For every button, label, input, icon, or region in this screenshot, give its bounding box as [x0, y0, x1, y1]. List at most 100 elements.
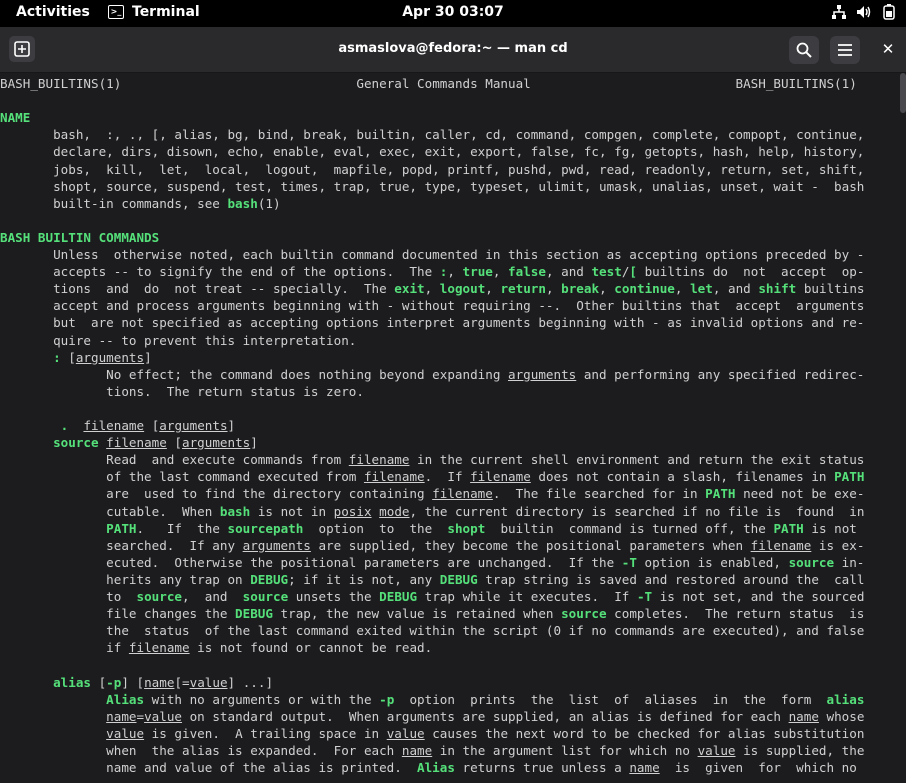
- man-text: is not found or cannot be read.: [189, 640, 433, 656]
- underlined-term: value: [697, 742, 736, 758]
- man-line: declare, dirs, disown, echo, enable, eva…: [0, 143, 864, 160]
- man-text: [0, 435, 53, 450]
- app-menu-button[interactable]: >_ Terminal: [108, 4, 200, 20]
- man-line: to source, and source unsets the DEBUG t…: [0, 588, 864, 605]
- man-line: jobs, kill, let, local, logout, mapfile,…: [0, 161, 864, 178]
- volume-icon[interactable]: [856, 5, 872, 23]
- man-text: BASH_BUILTINS(1): [0, 76, 122, 91]
- man-line: the status of the last command exited wi…: [0, 622, 864, 639]
- underlined-term: filename: [106, 435, 167, 451]
- main-menu-button[interactable]: [830, 36, 860, 64]
- bold-term: alias: [53, 674, 91, 690]
- underlined-term: name: [788, 708, 819, 724]
- man-text: [0, 692, 106, 707]
- man-text: [: [166, 435, 183, 451]
- new-tab-icon: [14, 41, 30, 57]
- man-text: ecuted. Otherwise the positional paramet…: [0, 554, 622, 570]
- man-text: in-: [834, 554, 865, 570]
- man-text: completes. The return status is: [606, 606, 865, 622]
- underlined-term: name: [106, 708, 137, 724]
- man-line: accepts -- to signify the end of the opt…: [0, 263, 864, 280]
- man-text: is ex-: [811, 537, 865, 553]
- man-line: Alias with no arguments or with the -p o…: [0, 691, 864, 708]
- man-line: are used to find the directory containin…: [0, 485, 864, 502]
- man-line: PATH. If the sourcepath option to the sh…: [0, 520, 857, 537]
- man-text: is given. A trailing space in: [144, 725, 387, 741]
- man-text: ,: [424, 281, 440, 297]
- bold-term: DEBUG: [439, 571, 478, 587]
- bold-term: sourcepath: [227, 520, 304, 536]
- section-heading: NAME: [0, 110, 31, 126]
- man-text: , the current directory is searched if n…: [409, 503, 865, 519]
- man-text: on standard output. When arguments are s…: [182, 708, 789, 724]
- underlined-term: filename: [750, 537, 812, 553]
- man-text: name and value of the alias is printed.: [0, 760, 418, 775]
- man-text: ; if it is not, any: [288, 571, 440, 587]
- man-line: built-in commands, see bash(1): [0, 195, 281, 212]
- man-line: value is given. A trailing space in valu…: [0, 725, 864, 742]
- man-text: tions and do not treat -- specially. The: [0, 281, 395, 297]
- bold-term: continue: [614, 281, 675, 297]
- man-text: builtin command is turned off, the: [485, 520, 774, 536]
- bold-term: PATH: [705, 486, 736, 502]
- man-line: Unless otherwise noted, each builtin com…: [0, 246, 864, 263]
- underlined-term: filename: [83, 418, 145, 433]
- bold-term: Alias: [106, 691, 145, 707]
- section-heading: BASH BUILTIN COMMANDS: [0, 229, 160, 245]
- man-text: , and: [181, 589, 243, 604]
- man-line: BASH BUILTIN COMMANDS: [0, 229, 159, 246]
- man-text: No effect; the command does nothing beyo…: [0, 366, 508, 382]
- man-line: alias [-p] [name[=value] ...]: [0, 674, 273, 691]
- search-button[interactable]: [789, 36, 819, 64]
- network-icon[interactable]: [832, 5, 846, 23]
- man-text: is given for which no: [659, 760, 857, 775]
- man-text: does not contain a slash, filenames in: [530, 469, 835, 485]
- bold-term: false: [508, 264, 546, 280]
- man-line: No effect; the command does nothing beyo…: [0, 366, 864, 383]
- bold-term: bash: [219, 503, 251, 519]
- man-text: unsets the: [288, 589, 380, 604]
- terminal-header-bar[interactable]: asmaslova@fedora:~ — man cd ✕: [0, 27, 906, 73]
- man-text: bash, :, ., [, alias, bg, bind, break, b…: [0, 127, 865, 143]
- terminal-output[interactable]: BASH_BUILTINS(1) General Commands Manual…: [0, 73, 906, 783]
- man-text: returns true unless a: [454, 760, 630, 775]
- bold-term: exit: [394, 281, 425, 297]
- man-text: ,: [492, 264, 509, 280]
- man-text: but are not specified as accepting optio…: [0, 315, 865, 331]
- bold-term: PATH: [106, 520, 137, 536]
- man-line: tions. The return status is zero.: [0, 383, 364, 400]
- man-text: (1): [257, 195, 281, 211]
- bold-term: DEBUG: [250, 571, 289, 587]
- man-line: but are not specified as accepting optio…: [0, 314, 864, 331]
- man-line: tions and do not treat -- specially. The…: [0, 280, 864, 297]
- man-line: quire -- to prevent this interpretation.: [0, 332, 356, 349]
- man-text: and performing any specified redirec-: [576, 366, 865, 382]
- man-text: [0, 521, 106, 536]
- terminal-scrollbar[interactable]: [900, 73, 906, 113]
- battery-icon[interactable]: [882, 4, 896, 24]
- man-line: name and value of the alias is printed. …: [0, 759, 857, 776]
- system-tray[interactable]: [832, 4, 896, 24]
- activities-button[interactable]: Activities: [16, 4, 90, 20]
- man-text: . If the: [136, 520, 228, 536]
- man-line: searched. If any arguments are supplied,…: [0, 537, 864, 554]
- bold-term: -T: [621, 554, 637, 570]
- man-line: cutable. When bash is not in posix mode,…: [0, 503, 864, 520]
- man-text: the status of the last command exited wi…: [0, 623, 865, 639]
- man-text: ,: [674, 281, 691, 297]
- underlined-term: value: [106, 725, 145, 741]
- bold-term: -T: [636, 589, 653, 604]
- close-window-button[interactable]: ✕: [880, 40, 896, 58]
- man-line: Read and execute commands from filename …: [0, 451, 864, 468]
- underlined-term: value: [189, 674, 228, 690]
- man-text: in the argument list for which no: [432, 742, 698, 758]
- bold-term: alias: [826, 691, 865, 707]
- man-text: are used to find the directory containin…: [0, 486, 433, 502]
- man-text: herits any trap on: [0, 571, 251, 587]
- man-text: declare, dirs, disown, echo, enable, eva…: [0, 144, 865, 160]
- underlined-term: name: [629, 760, 660, 775]
- underlined-term: arguments: [182, 435, 251, 451]
- new-tab-button[interactable]: [9, 36, 35, 62]
- bold-term: PATH: [773, 520, 804, 536]
- bold-term: test: [591, 264, 622, 280]
